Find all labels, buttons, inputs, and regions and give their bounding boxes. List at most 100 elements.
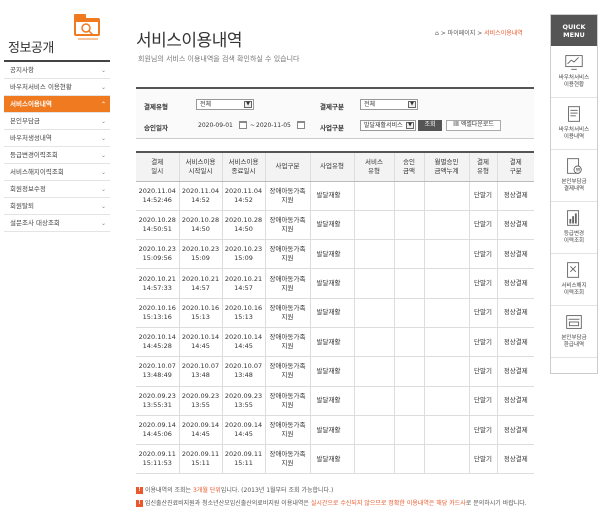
quick-menu-item[interactable]: 바우처서비스 이용현황 [551,46,597,98]
sidebar-menu: 공지사항 ⌄ 바우처서비스 이용현황 ⌄ 서비스이용내역 ⌃ 본인부담금 ⌄ 바우처생성… [4,62,110,232]
cell-start: 2020.10.16 15:13 [178,298,222,328]
breadcrumb-mypage[interactable]: 마이페이지 [448,30,476,37]
table-row: 2020.09.11 15:11:53 2020.09.11 15:11 2020.… [136,444,534,475]
sidebar-item-service-history[interactable]: 서비스이용내역 ⌃ [4,96,110,113]
table-row: 2020.10.07 13:48:49 2020.10.07 13:48 2020.… [136,356,534,387]
cell-type: 발달재활 [309,415,354,446]
date-to-input[interactable]: 2020-11-05 [256,120,291,131]
column-header: 결제 구분 [496,151,534,182]
table-row: 2020.11.04 14:52:46 2020.11.04 14:52 2020.… [136,181,534,211]
date-from-input[interactable]: 2020-09-01 [198,120,233,131]
service-history-table: 결제 일시 서비스이용 시작일시 서비스이용 종료일시 사업구분 사업유형 서비스 유형 승… [136,151,534,475]
cell-pay-type: 단말기 [468,356,497,387]
business-type-select[interactable]: 발달재활서비스 ▼ [360,120,416,131]
cell-biz: 장애아동가족 지원 [264,181,310,211]
cell-service [353,210,394,241]
cell-end: 2020.11.04 14:52 [221,181,265,211]
cell-type: 발달재활 [309,239,354,270]
sidebar-item-edit-profile[interactable]: 회원정보수정 ⌄ [4,181,110,198]
cell-service [353,444,394,475]
quick-menu: QUICK MENU 바우처서비스 이용현황 바우처서비스 이용내역 ₩ 본인부담금 … [550,14,598,374]
chevron-down-icon: ⌄ [100,67,106,74]
calendar-icon[interactable] [297,121,305,129]
cell-pay-type: 단말기 [468,210,497,241]
cell-amount [393,444,424,475]
cell-type: 발달재활 [309,356,354,387]
search-button[interactable]: 조회 [418,120,442,131]
cell-end: 2020.10.21 14:57 [221,268,265,299]
chevron-down-icon: ⌄ [100,203,106,210]
column-header: 결제 일시 [136,151,179,182]
quick-menu-item[interactable]: 본인부담금 환급내역 [551,306,597,358]
cell-service [353,181,394,211]
cell-start: 2020.10.28 14:50 [178,210,222,241]
cell-amount [393,327,424,358]
dropdown-arrow-icon: ▼ [244,101,252,108]
date-separator: ~ [250,122,256,129]
cell-monthly [423,268,469,299]
cell-monthly [423,210,469,241]
info-folder-icon [74,14,100,40]
excel-download-button[interactable]: ▦ 엑셀다운로드 [446,120,501,131]
cell-end: 2020.10.23 15:09 [221,239,265,270]
table-row: 2020.10.28 14:50:51 2020.10.28 14:50 2020.… [136,210,534,241]
chevron-down-icon: ⌄ [100,169,106,176]
quick-menu-item[interactable]: 바우처서비스 이용내역 [551,98,597,150]
column-header: 서비스 유형 [353,151,394,182]
column-header: 사업구분 [264,151,310,182]
cell-pay-type: 단말기 [468,268,497,299]
cell-end: 2020.10.07 13:48 [221,356,265,387]
table-row: 2020.10.21 14:57:33 2020.10.21 14:57 2020.… [136,268,534,299]
chart-monitor-icon [565,55,583,70]
cell-start: 2020.10.23 15:09 [178,239,222,270]
sidebar-item-cancellation[interactable]: 서비스해지이력조회 ⌄ [4,164,110,181]
cell-type: 발달재활 [309,181,354,211]
cell-pay-dt: 2020.10.14 14:45:28 [136,327,179,358]
column-header: 승인 금액 [393,151,424,182]
column-header: 결제 유형 [468,151,497,182]
sidebar-item-voucher-status[interactable]: 바우처서비스 이용현황 ⌄ [4,79,110,96]
cell-pay-type: 단말기 [468,415,497,446]
cell-monthly [423,298,469,328]
calendar-icon[interactable] [239,121,247,129]
sidebar-item-withdrawal[interactable]: 회원탈퇴 ⌄ [4,198,110,215]
cell-amount [393,210,424,241]
cell-biz: 장애아동가족 지원 [264,386,310,416]
payment-type-select[interactable]: 전체 ▼ [196,99,254,110]
notice-item: ! 이용내역의 조회는 3개월 단위입니다. (2013년 1월부터 조회 가능… [136,486,534,495]
quick-menu-item[interactable]: ₩ 본인부담금 결제내역 [551,150,597,202]
cell-pay-dt: 2020.10.23 15:09:56 [136,239,179,270]
cell-end: 2020.09.23 13:55 [221,386,265,416]
sidebar-item-notice[interactable]: 공지사항 ⌄ [4,62,110,79]
cell-type: 발달재활 [309,210,354,241]
column-header: 사업유형 [309,151,354,182]
column-header: 서비스이용 종료일시 [221,151,265,182]
cell-start: 2020.11.04 14:52 [178,181,222,211]
sidebar-item-grade-change[interactable]: 등급변경이력조회 ⌄ [4,147,110,164]
receipt-icon [568,106,580,122]
page-title: 서비스이용내역 [136,31,242,51]
quick-menu-item[interactable]: 등급변경 이력조회 [551,202,597,254]
sidebar-item-voucher-creation[interactable]: 바우처생성내역 ⌄ [4,130,110,147]
cell-monthly [423,356,469,387]
cell-biz: 장애아동가족 지원 [264,210,310,241]
chevron-down-icon: ⌄ [100,152,106,159]
dropdown-arrow-icon: ▼ [408,101,416,108]
cell-start: 2020.09.14 14:45 [178,415,222,446]
cell-pay-status: 정상결제 [496,356,534,387]
home-icon[interactable]: ⌂ [435,30,439,37]
cell-type: 발달재활 [309,268,354,299]
cell-pay-type: 단말기 [468,298,497,328]
cell-type: 발달재활 [309,327,354,358]
cell-amount [393,386,424,416]
cell-type: 발달재활 [309,386,354,416]
chevron-down-icon: ⌄ [100,84,106,91]
cell-monthly [423,386,469,416]
payment-status-select[interactable]: 전체 ▼ [360,99,418,110]
sidebar-item-survey[interactable]: 설문조사 대상조회 ⌄ [4,215,110,232]
sidebar-item-copayment[interactable]: 본인부담금 ⌄ [4,113,110,130]
cell-pay-status: 정상결제 [496,181,534,211]
cell-biz: 장애아동가족 지원 [264,444,310,475]
quick-menu-item[interactable]: 서비스해지 이력조회 [551,254,597,306]
cancel-doc-icon [567,262,580,278]
